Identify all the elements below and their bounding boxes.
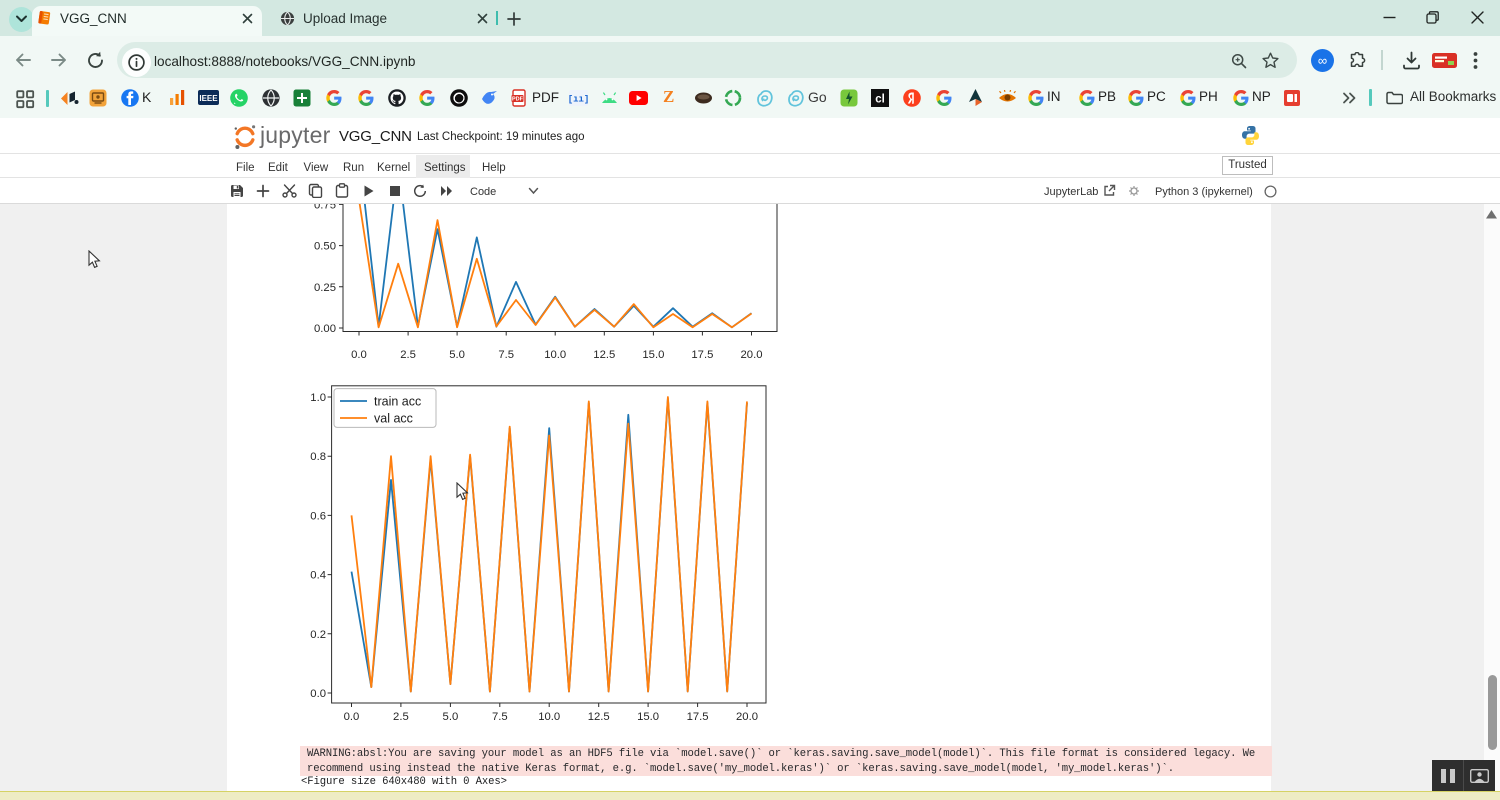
svg-text:5.0: 5.0 bbox=[443, 711, 459, 723]
svg-text:2.5: 2.5 bbox=[393, 711, 409, 723]
svg-text:7.5: 7.5 bbox=[498, 349, 514, 361]
svg-text:PDF: PDF bbox=[512, 97, 524, 103]
svg-text:0.2: 0.2 bbox=[310, 629, 326, 641]
svg-text:0.25: 0.25 bbox=[314, 282, 336, 294]
svg-text:7.5: 7.5 bbox=[492, 711, 508, 723]
svg-text:12.5: 12.5 bbox=[593, 349, 615, 361]
svg-text:0.6: 0.6 bbox=[310, 510, 326, 522]
svg-text:2.5: 2.5 bbox=[400, 349, 416, 361]
svg-text:15.0: 15.0 bbox=[637, 711, 659, 723]
svg-text:0.75: 0.75 bbox=[314, 204, 336, 211]
svg-text:train acc: train acc bbox=[374, 395, 421, 409]
svg-text:0.0: 0.0 bbox=[351, 349, 367, 361]
svg-text:0.0: 0.0 bbox=[310, 688, 326, 700]
svg-text:17.5: 17.5 bbox=[687, 711, 709, 723]
svg-text:15.0: 15.0 bbox=[642, 349, 664, 361]
svg-text:cl: cl bbox=[875, 94, 885, 106]
svg-text:0.4: 0.4 bbox=[310, 570, 326, 582]
svg-text:10.0: 10.0 bbox=[538, 711, 560, 723]
svg-text:0.0: 0.0 bbox=[344, 711, 360, 723]
svg-text:10.0: 10.0 bbox=[544, 349, 566, 361]
svg-text:1.0: 1.0 bbox=[310, 392, 326, 404]
svg-text:0.00: 0.00 bbox=[314, 323, 336, 335]
svg-text:∞: ∞ bbox=[1318, 53, 1327, 68]
svg-text:12.5: 12.5 bbox=[588, 711, 610, 723]
svg-text:val acc: val acc bbox=[374, 412, 413, 426]
svg-text:5.0: 5.0 bbox=[449, 349, 465, 361]
svg-text:0.50: 0.50 bbox=[314, 241, 336, 253]
svg-text:17.5: 17.5 bbox=[691, 349, 713, 361]
svg-text:IEEE: IEEE bbox=[199, 94, 218, 103]
svg-text:[ıı]: [ıı] bbox=[569, 95, 588, 105]
svg-text:0.8: 0.8 bbox=[310, 451, 326, 463]
svg-text:20.0: 20.0 bbox=[736, 711, 758, 723]
svg-text:20.0: 20.0 bbox=[741, 349, 763, 361]
